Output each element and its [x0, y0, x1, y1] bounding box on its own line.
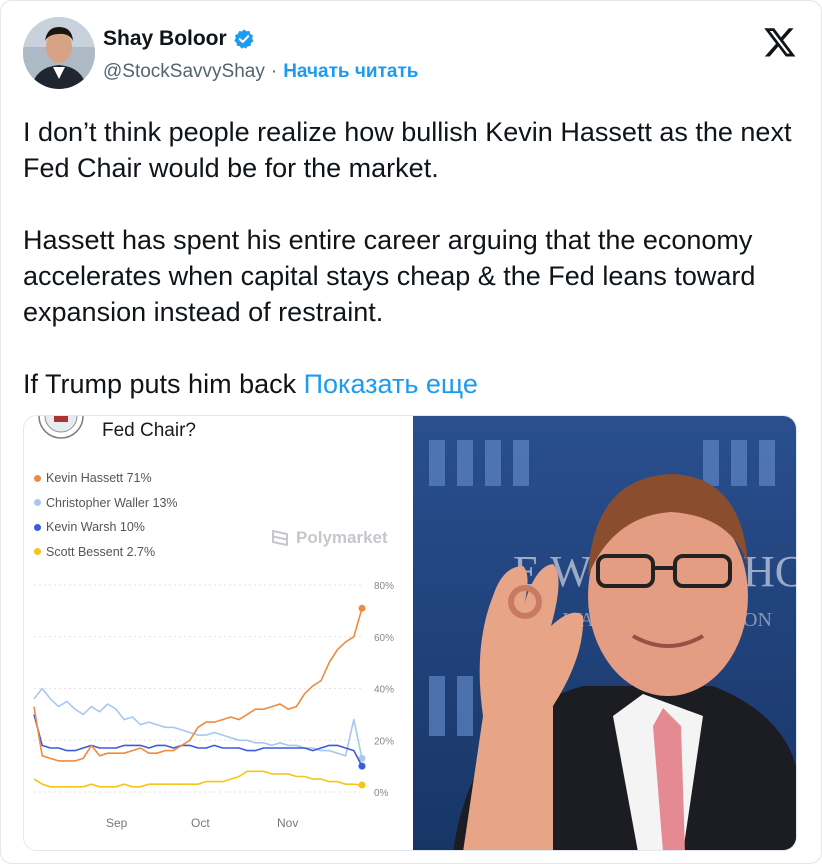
tweet-media[interactable]: Fed Chair? Kevin Hassett 71% Christopher… — [23, 415, 797, 851]
tweet-text: I don’t think people realize how bullish… — [23, 114, 803, 402]
tweet-paragraph: I don’t think people realize how bullish… — [23, 117, 792, 183]
show-more-link[interactable]: Показать еще — [304, 369, 478, 399]
verified-badge-icon — [233, 29, 254, 49]
display-name[interactable]: Shay Boloor — [103, 27, 227, 51]
tweet-last-line: If Trump puts him back — [23, 369, 297, 399]
tweet-paragraph-truncated: If Trump puts him back Показать еще — [23, 366, 803, 402]
y-tick-label: 0% — [374, 788, 389, 799]
x-logo-icon[interactable] — [763, 25, 797, 59]
svg-text:HC: HC — [743, 547, 797, 596]
series-end-marker — [358, 604, 366, 612]
tweet-header: Shay Boloor @StockSavvyShay · Начать чит… — [23, 17, 803, 93]
series-end-marker — [358, 762, 366, 770]
tweet-paragraph: Hassett has spent his entire career argu… — [23, 225, 756, 327]
y-tick-label: 80% — [374, 581, 394, 592]
x-tick-label: Nov — [277, 816, 298, 830]
handle[interactable]: @StockSavvyShay — [103, 61, 265, 83]
chart-image[interactable]: Fed Chair? Kevin Hassett 71% Christopher… — [24, 416, 411, 850]
x-tick-label: Sep — [106, 816, 128, 830]
y-tick-label: 60% — [374, 633, 394, 644]
follow-button[interactable]: Начать читать — [283, 61, 418, 83]
y-tick-label: 40% — [374, 685, 394, 696]
person-photo: E W HC WA ON — [413, 416, 797, 850]
svg-text:ON: ON — [743, 609, 772, 631]
x-tick-label: Oct — [191, 816, 210, 830]
chart-plot: 80% 60% 40% 20% 0% Sep Oct Nov — [33, 581, 394, 830]
y-tick-label: 20% — [374, 736, 394, 747]
series-line-scott-bessent — [33, 770, 363, 788]
avatar[interactable] — [23, 17, 95, 89]
tweet-card: Shay Boloor @StockSavvyShay · Начать чит… — [0, 0, 822, 864]
series-end-marker — [358, 781, 366, 789]
series-line-kevin-hassett — [33, 608, 363, 762]
photo-image[interactable]: E W HC WA ON — [413, 416, 797, 850]
separator-dot: · — [270, 61, 278, 82]
